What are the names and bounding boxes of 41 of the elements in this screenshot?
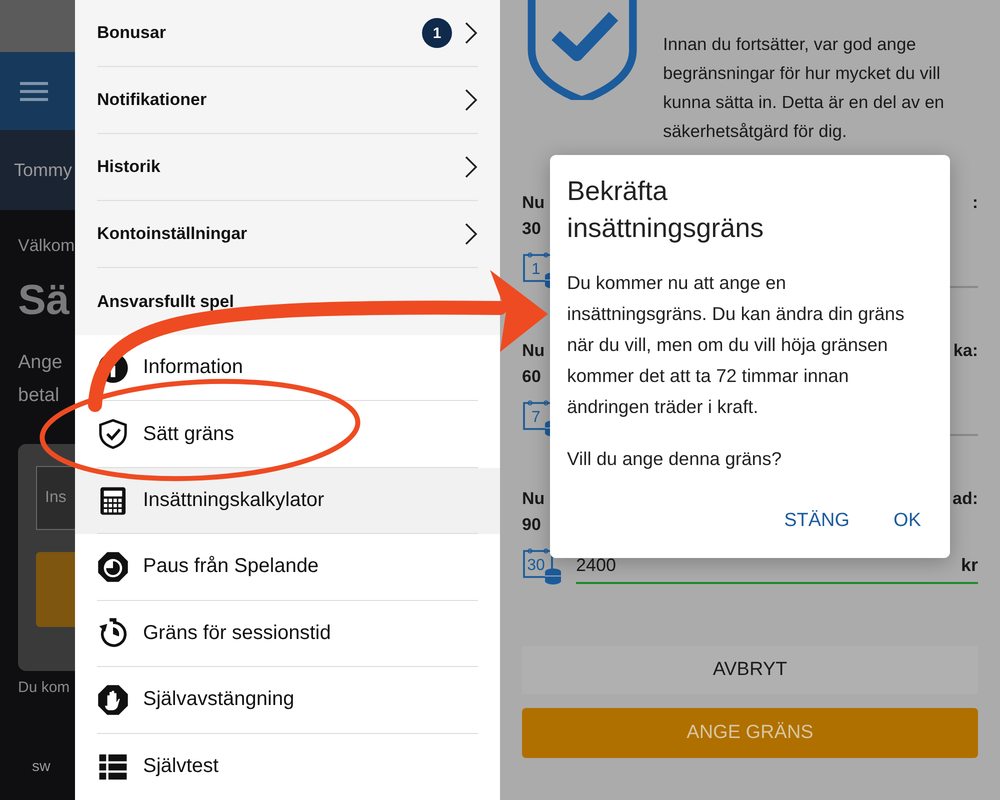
footer-text: Du kom: [18, 679, 71, 696]
dialog-button[interactable]: OK: [882, 504, 933, 538]
menu-item[interactable]: Insättningskalkylator: [75, 468, 500, 534]
cancel-button[interactable]: AVBRYT: [522, 646, 978, 694]
hand-stop-icon: [97, 684, 129, 716]
menu-item[interactable]: Paus från Spelande: [75, 534, 500, 601]
timer-icon: [97, 617, 129, 650]
dialog-title: Bekräfta insättningsgräns: [567, 175, 764, 245]
dialog-message: Du kommer nu att ange en insättningsgräns. Du kan ändra din gräns när du vill, men om du vill höja gränsen kommer det att ta 72 timmar innan ändringen träder i kraft.: [567, 271, 906, 419]
limit-label: Nu 90: [522, 488, 545, 536]
section-heading: Ansvarsfullt spel: [97, 292, 234, 312]
menu-item[interactable]: Kontoinställningar: [97, 201, 478, 268]
count-badge: 1: [422, 18, 452, 48]
limit-label: Nu 60: [522, 340, 545, 388]
stopwatch-icon: [97, 550, 129, 583]
menu-item[interactable]: Gräns för sessionstid: [75, 600, 500, 668]
limit-label: ka:: [953, 340, 978, 362]
intro-paragraph: Innan du fortsätter, var god ange begränsningar för hur mycket du vill kunna sätta in. Detta är en del av en säkerhetsåtgärd för dig.: [663, 33, 946, 143]
welcome-text: Välkom: [18, 236, 75, 256]
limit-label: Nu 30: [522, 192, 545, 240]
chevron-icon: [464, 88, 478, 112]
menu-icon[interactable]: [20, 81, 48, 101]
intro-text: Ange: [18, 351, 64, 375]
chevron-icon: [464, 21, 478, 45]
shield-check-icon: [97, 418, 129, 450]
dialog-question: Vill du ange denna gräns?: [567, 448, 783, 470]
intro-text: betal: [18, 384, 60, 408]
limit-label: :: [972, 192, 978, 214]
input-field[interactable]: Ins: [36, 466, 75, 530]
menu-item[interactable]: Notifikationer: [97, 67, 478, 134]
user-name: Tommy: [14, 160, 72, 180]
menu-item[interactable]: Självavstängning: [75, 667, 500, 734]
chevron-icon: [464, 155, 478, 179]
menu-item[interactable]: Historik: [97, 134, 478, 201]
limit-label: ad:: [952, 488, 978, 510]
dialog-button[interactable]: STÄNG: [772, 504, 862, 538]
chevron-icon: [464, 222, 478, 246]
menu-item[interactable]: Bonusar 1: [97, 0, 478, 67]
menu-item[interactable]: Självtest: [75, 734, 500, 800]
logo: sw: [32, 758, 52, 775]
page-heading: Sä: [18, 276, 70, 324]
